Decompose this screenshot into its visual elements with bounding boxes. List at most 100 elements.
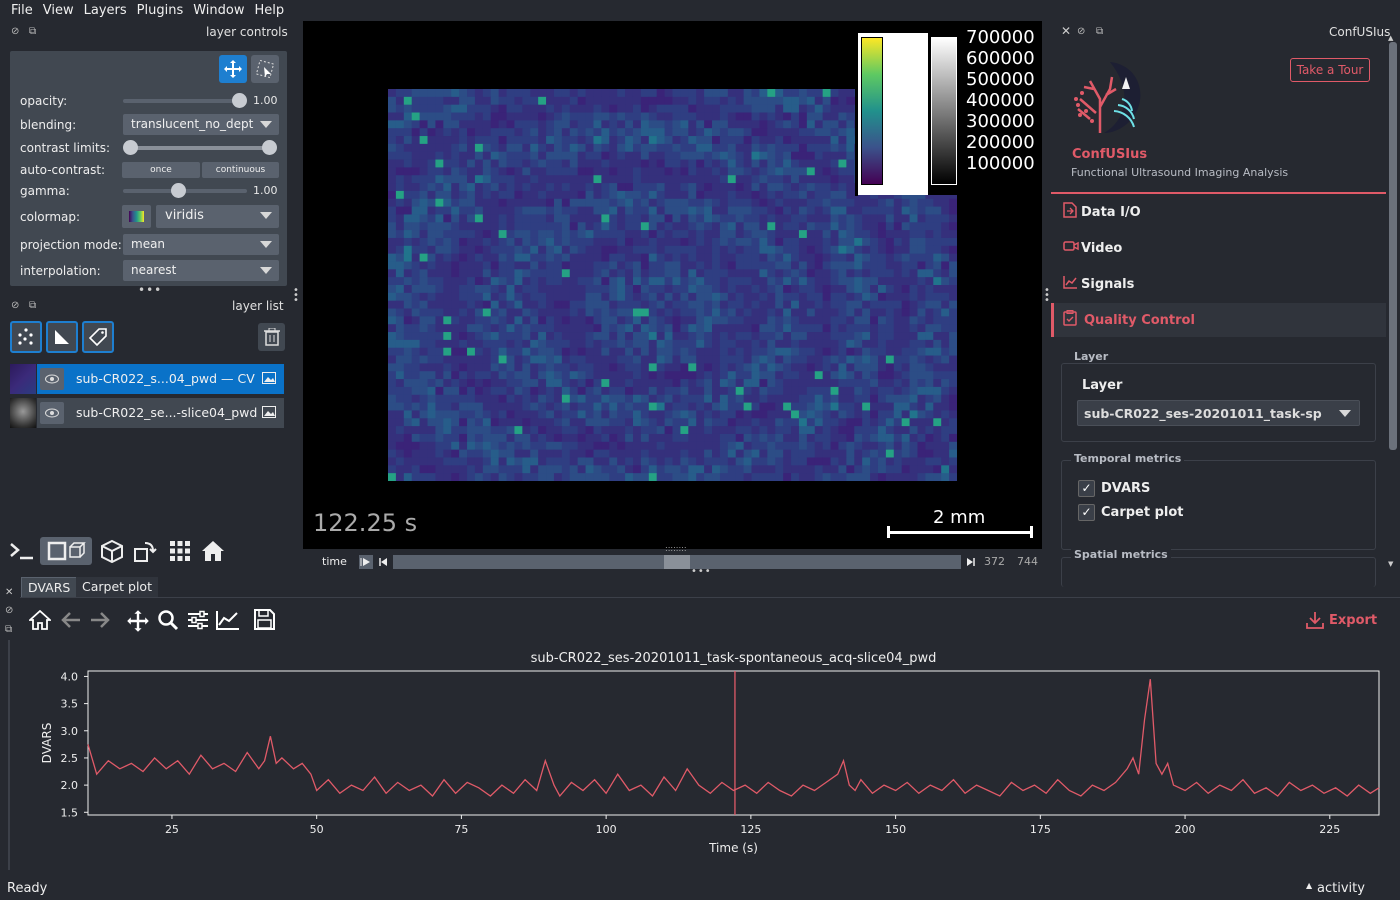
opacity-slider[interactable] (123, 99, 241, 103)
image-pixel (822, 261, 831, 270)
image-pixel (712, 418, 721, 427)
mpl-forward-button[interactable] (89, 610, 111, 633)
new-labels-layer-button[interactable] (82, 321, 114, 353)
image-pixel (806, 426, 816, 435)
layer-visibility-toggle[interactable] (40, 402, 64, 424)
image-pixel (411, 426, 421, 435)
splitter-handle[interactable]: ••• (138, 283, 162, 297)
image-pixel (561, 175, 571, 184)
image-pixel (435, 198, 444, 207)
image-pixel (719, 433, 729, 443)
menu-help[interactable]: Help (255, 3, 285, 18)
interpolation-select[interactable]: nearest (123, 260, 279, 281)
image-pixel (846, 316, 855, 325)
tab-carpet-plot[interactable]: Carpet plot (76, 577, 158, 597)
image-pixel (877, 198, 887, 207)
mpl-pan-button[interactable] (126, 609, 150, 636)
layer-visibility-toggle[interactable] (40, 368, 64, 390)
mpl-axes-button[interactable] (216, 610, 240, 633)
undock-icon[interactable]: ⧉ (5, 624, 12, 635)
colormap-select[interactable]: viridis (156, 205, 279, 228)
image-pixel (514, 457, 523, 466)
nav-signals[interactable]: Signals (1051, 267, 1386, 301)
scrollbar-thumb[interactable] (1389, 42, 1397, 450)
image-pixel (672, 316, 681, 325)
image-pixel (743, 136, 752, 145)
new-points-layer-button[interactable] (10, 321, 42, 353)
mpl-save-button[interactable] (254, 609, 275, 633)
contrast-low-knob[interactable] (123, 140, 138, 155)
delete-layer-button[interactable] (258, 323, 285, 351)
scroll-up-icon[interactable]: ▲ (1388, 34, 1393, 42)
grid-view-button[interactable] (166, 537, 194, 565)
pan-zoom-button[interactable] (219, 55, 247, 83)
image-pixel (617, 277, 626, 286)
image-pixel (585, 379, 594, 388)
transpose-button[interactable] (131, 537, 159, 565)
opacity-knob[interactable] (232, 93, 247, 108)
dvars-chart[interactable]: sub-CR022_ses-20201011_task-spontaneous_… (20, 642, 1400, 872)
dock-resize-handle[interactable]: • • • (293, 286, 299, 306)
menu-view[interactable]: View (43, 3, 74, 18)
step-forward-button[interactable] (965, 555, 977, 569)
float-toggle-icon[interactable]: ⊘ (5, 605, 13, 616)
console-button[interactable] (8, 537, 36, 565)
undock-icon[interactable]: ⧉ (29, 300, 36, 311)
gamma-knob[interactable] (171, 183, 186, 198)
image-pixel (569, 410, 579, 419)
image-pixel (648, 457, 658, 466)
export-button[interactable]: Export (1306, 611, 1377, 629)
carpet-plot-checkbox[interactable]: ✓ (1078, 504, 1095, 521)
tab-dvars[interactable]: DVARS (21, 577, 78, 597)
image-pixel (870, 449, 879, 458)
contrast-high-knob[interactable] (262, 140, 277, 155)
close-dock-icon[interactable]: ✕ (5, 587, 13, 598)
take-tour-button[interactable]: Take a Tour (1290, 58, 1370, 82)
blending-select[interactable]: translucent_no_dept (123, 114, 279, 135)
dvars-checkbox[interactable]: ✓ (1078, 480, 1095, 497)
scroll-down-icon[interactable]: ▼ (1388, 560, 1393, 568)
new-shapes-layer-button[interactable] (46, 321, 78, 353)
splitter-handle[interactable]: ••• (691, 566, 712, 577)
image-pixel (735, 214, 745, 223)
transform-button[interactable] (251, 55, 279, 83)
undock-icon[interactable]: ⧉ (29, 26, 36, 37)
image-pixel (522, 347, 531, 356)
projection-mode-select[interactable]: mean (123, 234, 279, 255)
play-button[interactable] (359, 555, 373, 569)
float-toggle-icon[interactable]: ⊘ (11, 300, 19, 311)
image-pixel (451, 175, 460, 184)
time-slider-knob[interactable] (664, 555, 690, 569)
menu-layers[interactable]: Layers (84, 3, 127, 18)
roll-dims-button[interactable] (98, 537, 126, 565)
image-pixel (656, 245, 665, 255)
activity-button[interactable]: activity (1317, 881, 1365, 896)
chevron-up-icon[interactable]: ▲ (1306, 881, 1312, 890)
nav-quality-control[interactable]: Quality Control (1051, 303, 1386, 337)
layer-row-cv[interactable]: sub-CR022_s...04_pwd — CV (10, 364, 284, 394)
float-toggle-icon[interactable]: ⊘ (11, 26, 19, 37)
auto-contrast-continuous-button[interactable]: continuous (202, 162, 279, 178)
menu-window[interactable]: Window (193, 3, 244, 18)
nav-video[interactable]: Video (1051, 231, 1386, 265)
ndisplay-toggle-button[interactable] (40, 537, 92, 565)
mpl-back-button[interactable] (60, 610, 82, 633)
image-pixel (688, 128, 697, 137)
step-back-button[interactable] (377, 555, 389, 569)
menu-file[interactable]: File (11, 3, 33, 18)
auto-contrast-once-button[interactable]: once (122, 162, 200, 178)
contrast-limits-slider[interactable] (130, 146, 270, 150)
layer-row-pwd[interactable]: sub-CR022_se...-slice04_pwd (10, 398, 284, 428)
layer-select[interactable]: sub-CR022_ses-20201011_task-sp (1077, 400, 1360, 426)
mpl-zoom-button[interactable] (157, 609, 179, 634)
image-pixel (482, 261, 492, 270)
menu-plugins[interactable]: Plugins (137, 3, 184, 18)
colormap-preview[interactable] (122, 205, 151, 228)
viewer-canvas[interactable]: 0.8 0.6 0.4 0.2 700000 600000 500000 400… (303, 21, 1042, 549)
reset-view-button[interactable] (199, 537, 227, 565)
mpl-subplots-button[interactable] (187, 610, 209, 633)
mpl-home-button[interactable] (27, 609, 53, 633)
image-pixel (553, 339, 563, 349)
nav-data-io[interactable]: Data I/O (1051, 195, 1386, 229)
image-pixel (530, 198, 539, 207)
